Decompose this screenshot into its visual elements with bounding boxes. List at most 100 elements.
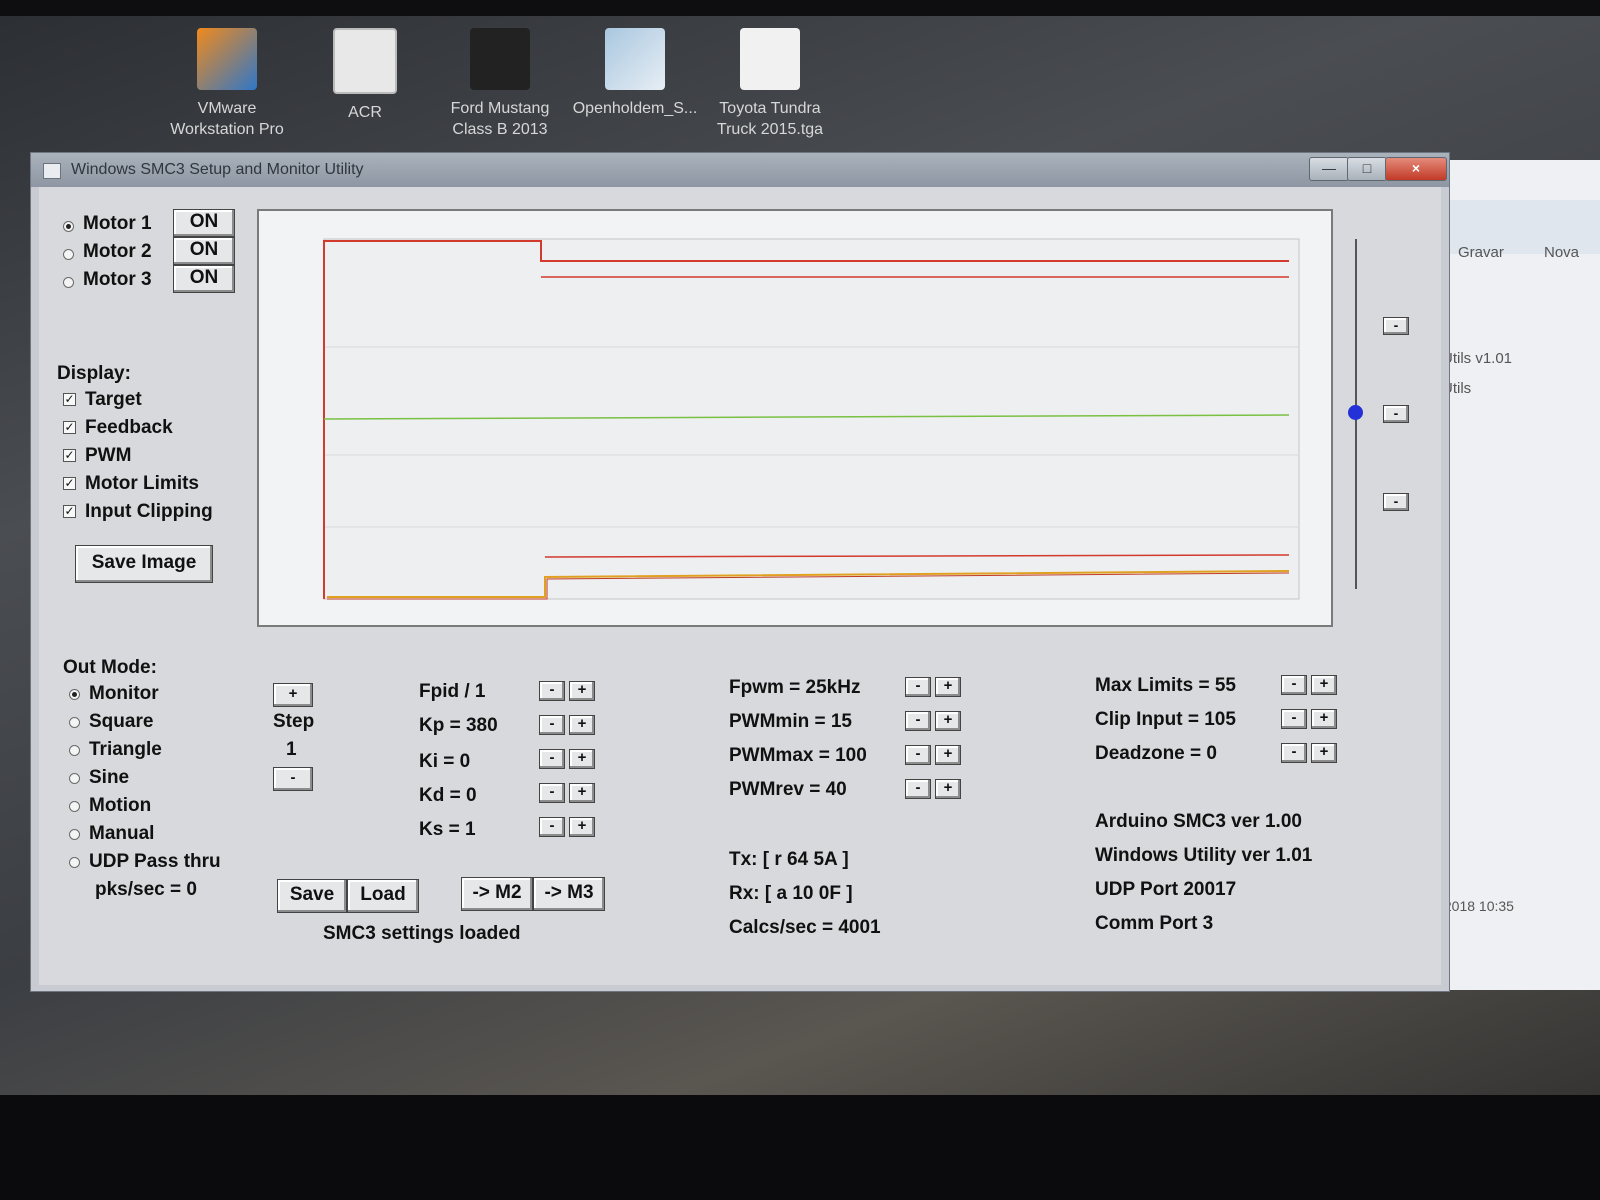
feedback-label: Feedback (85, 417, 173, 438)
fpwm-plus-button[interactable]: + (935, 677, 961, 697)
out-mode-monitor-label: Monitor (89, 683, 159, 704)
kp-minus-button[interactable]: - (539, 715, 565, 735)
pwmmax-label: PWMmax = 100 (729, 745, 867, 766)
save-button[interactable]: Save (277, 879, 347, 913)
desktop-icon-mustang[interactable]: Ford Mustang Class B 2013 (425, 28, 575, 140)
fpwm-minus-button[interactable]: - (905, 677, 931, 697)
out-mode-triangle-radio[interactable] (69, 745, 80, 756)
pwmmin-plus-button[interactable]: + (935, 711, 961, 731)
motor-2-label: Motor 2 (83, 241, 152, 262)
pwmrev-plus-button[interactable]: + (935, 779, 961, 799)
pwmrev-label: PWMrev = 40 (729, 779, 847, 800)
out-mode-square-radio[interactable] (69, 717, 80, 728)
motor-1-radio[interactable] (63, 221, 74, 232)
modified-date: /2018 10:35 (1440, 898, 1514, 914)
copy-to-m3-button[interactable]: -> M3 (533, 877, 605, 911)
graph-zoom-button[interactable]: - (1383, 317, 1409, 335)
step-label: Step (273, 711, 315, 732)
image-file-icon (740, 28, 800, 90)
minimize-button[interactable]: — (1309, 157, 1349, 181)
out-mode-manual-radio[interactable] (69, 829, 80, 840)
pwm-checkbox[interactable]: ✓ (63, 449, 76, 462)
desktop-icon-label: Toyota Tundra (719, 100, 821, 117)
kp-label: Kp = 380 (419, 715, 498, 736)
window-titlebar[interactable]: Windows SMC3 Setup and Monitor Utility —… (31, 153, 1449, 187)
max-limits-minus-button[interactable]: - (1281, 675, 1307, 695)
max-limits-plus-button[interactable]: + (1311, 675, 1337, 695)
kd-label: Kd = 0 (419, 785, 477, 806)
feedback-checkbox[interactable]: ✓ (63, 421, 76, 434)
kd-plus-button[interactable]: + (569, 783, 595, 803)
pwmmin-minus-button[interactable]: - (905, 711, 931, 731)
motor-limits-label: Motor Limits (85, 473, 199, 494)
out-mode-udp-label: UDP Pass thru (89, 851, 221, 872)
step-decrease-button[interactable]: - (273, 767, 313, 791)
fpid-minus-button[interactable]: - (539, 681, 565, 701)
ki-label: Ki = 0 (419, 751, 471, 772)
desktop-icon-openholdem[interactable]: Openholdem_S... (560, 28, 710, 119)
motor-3-label: Motor 3 (83, 269, 152, 290)
app-icon (43, 163, 61, 179)
out-mode-motion-label: Motion (89, 795, 152, 816)
vmware-icon (197, 28, 257, 90)
out-mode-monitor-radio[interactable] (69, 689, 80, 700)
max-limits-label: Max Limits = 55 (1095, 675, 1236, 696)
load-button[interactable]: Load (347, 879, 419, 913)
graph-offset-button[interactable]: - (1383, 493, 1409, 511)
desktop-icon-acr[interactable]: ACR (290, 28, 440, 123)
desktop-icon-tundra[interactable]: Toyota Tundra Truck 2015.tga (695, 28, 845, 140)
list-item[interactable]: Utils v1.01 (1442, 350, 1512, 367)
tx-status: Tx: [ r 64 5A ] (729, 849, 849, 870)
ki-minus-button[interactable]: - (539, 749, 565, 769)
pwmmax-plus-button[interactable]: + (935, 745, 961, 765)
graph-slider-thumb[interactable] (1348, 405, 1363, 420)
tab-nova[interactable]: Nova (1544, 244, 1579, 261)
ks-minus-button[interactable]: - (539, 817, 565, 837)
out-mode-sine-radio[interactable] (69, 773, 80, 784)
motor-2-radio[interactable] (63, 249, 74, 260)
out-mode-motion-radio[interactable] (69, 801, 80, 812)
kp-plus-button[interactable]: + (569, 715, 595, 735)
input-clipping-label: Input Clipping (85, 501, 213, 522)
tab-gravar[interactable]: Gravar (1458, 244, 1504, 261)
display-heading: Display: (57, 363, 131, 384)
out-mode-udp-radio[interactable] (69, 857, 80, 868)
monitor-graph (257, 209, 1333, 627)
settings-status: SMC3 settings loaded (323, 923, 521, 944)
fpid-plus-button[interactable]: + (569, 681, 595, 701)
kd-minus-button[interactable]: - (539, 783, 565, 803)
clip-input-minus-button[interactable]: - (1281, 709, 1307, 729)
input-clipping-checkbox[interactable]: ✓ (63, 505, 76, 518)
out-mode-square-label: Square (89, 711, 154, 732)
ki-plus-button[interactable]: + (569, 749, 595, 769)
desktop-icon-label: Openholdem_S... (572, 100, 698, 117)
motor-limits-checkbox[interactable]: ✓ (63, 477, 76, 490)
maximize-button[interactable]: □ (1347, 157, 1387, 181)
window-title: Windows SMC3 Setup and Monitor Utility (71, 161, 364, 178)
target-checkbox[interactable]: ✓ (63, 393, 76, 406)
monitor-bezel-top (0, 0, 1600, 16)
desktop-icon-label: VMware (197, 100, 257, 117)
save-image-button[interactable]: Save Image (75, 545, 213, 583)
motor-3-on-button[interactable]: ON (173, 265, 235, 293)
deadzone-plus-button[interactable]: + (1311, 743, 1337, 763)
motor-2-on-button[interactable]: ON (173, 237, 235, 265)
out-mode-sine-label: Sine (89, 767, 130, 788)
copy-to-m2-button[interactable]: -> M2 (461, 877, 533, 911)
graph-center-button[interactable]: - (1383, 405, 1409, 423)
desktop-icon-label: Class B 2013 (452, 121, 548, 138)
motor-3-radio[interactable] (63, 277, 74, 288)
fpid-label: Fpid / 1 (419, 681, 486, 702)
pwmrev-minus-button[interactable]: - (905, 779, 931, 799)
out-mode-triangle-label: Triangle (89, 739, 162, 760)
clip-input-label: Clip Input = 105 (1095, 709, 1236, 730)
deadzone-minus-button[interactable]: - (1281, 743, 1307, 763)
window-client-area: Motor 1 ON Motor 2 ON Motor 3 ON Display… (39, 187, 1441, 985)
clip-input-plus-button[interactable]: + (1311, 709, 1337, 729)
close-button[interactable]: × (1385, 157, 1447, 181)
motor-1-on-button[interactable]: ON (173, 209, 235, 237)
desktop-icon-vmware[interactable]: VMware Workstation Pro (152, 28, 302, 140)
pwmmax-minus-button[interactable]: - (905, 745, 931, 765)
step-increase-button[interactable]: + (273, 683, 313, 707)
ks-plus-button[interactable]: + (569, 817, 595, 837)
